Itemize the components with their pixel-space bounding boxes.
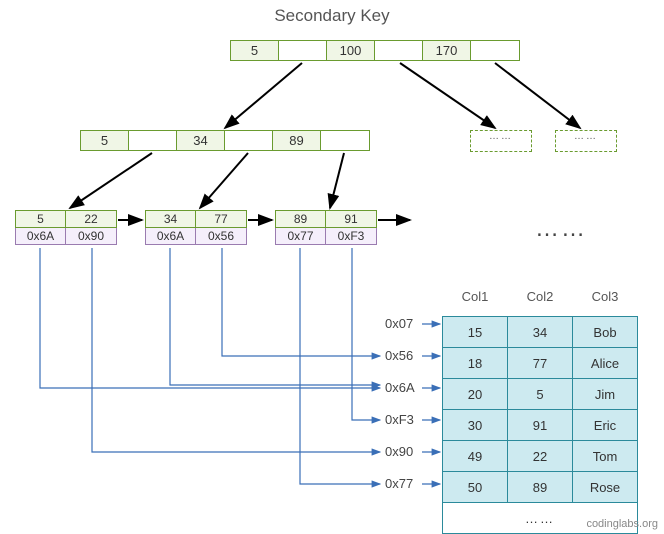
btree-root-node: 5 100 170 [230,40,520,61]
leaf2-ptr-0: 0x6A [146,228,196,244]
table-header-col1: Col1 [443,281,508,317]
table-row: 50 89 Rose [443,472,638,503]
root-key-0: 5 [231,41,279,60]
table-row: 18 77 Alice [443,348,638,379]
table-row: 49 22 Tom [443,441,638,472]
leaf3-key-0: 89 [276,211,326,227]
root-ptr-0 [279,41,327,60]
addr-0x6A: 0x6A [385,380,415,395]
leaf1-key-0: 5 [16,211,66,227]
leaf3-ptr-1: 0xF3 [326,228,376,244]
int-key-0: 5 [81,131,129,150]
root-ptr-2 [471,41,519,60]
table-row: 30 91 Eric [443,410,638,441]
addr-0x77: 0x77 [385,476,413,491]
table-row: 20 5 Jim [443,379,638,410]
btree-internal-node: 5 34 89 [80,130,370,151]
leaf1-key-1: 22 [66,211,116,227]
watermark: codinglabs.org [586,518,658,530]
leaf1-ptr-0: 0x6A [16,228,66,244]
leaf2-key-1: 77 [196,211,246,227]
root-ptr-1 [375,41,423,60]
table-row: 15 34 Bob [443,317,638,348]
addr-0x07: 0x07 [385,316,413,331]
root-key-1: 100 [327,41,375,60]
addr-0x56: 0x56 [385,348,413,363]
leaf-ellipsis: …… [535,215,587,243]
leaf3-ptr-0: 0x77 [276,228,326,244]
int-key-1: 34 [177,131,225,150]
leaf2-key-0: 34 [146,211,196,227]
int-ptr-1 [225,131,273,150]
placeholder-node-2: …… [555,130,617,152]
btree-leaf-3: 89 91 0x77 0xF3 [275,210,377,245]
table-header-col2: Col2 [508,281,573,317]
addr-0xF3: 0xF3 [385,412,414,427]
leaf2-ptr-1: 0x56 [196,228,246,244]
btree-leaf-1: 5 22 0x6A 0x90 [15,210,117,245]
btree-leaf-2: 34 77 0x6A 0x56 [145,210,247,245]
data-table: Col1 Col2 Col3 15 34 Bob 18 77 Alice 20 … [442,281,638,534]
leaf1-ptr-1: 0x90 [66,228,116,244]
int-ptr-2 [321,131,369,150]
int-ptr-0 [129,131,177,150]
placeholder-node-1: …… [470,130,532,152]
root-key-2: 170 [423,41,471,60]
leaf3-key-1: 91 [326,211,376,227]
int-key-2: 89 [273,131,321,150]
addr-0x90: 0x90 [385,444,413,459]
table-header-col3: Col3 [573,281,638,317]
diagram-title: Secondary Key [0,6,664,26]
